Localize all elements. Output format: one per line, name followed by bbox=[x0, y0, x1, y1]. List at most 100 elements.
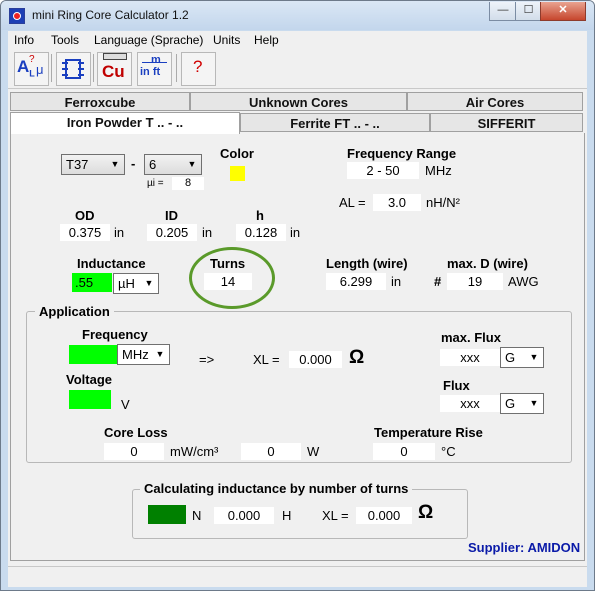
minimize-button[interactable]: — bbox=[489, 2, 517, 21]
menu-tools[interactable]: Tools bbox=[51, 33, 79, 47]
inductance-label: Inductance bbox=[77, 256, 146, 271]
calc-title: Calculating inductance by number of turn… bbox=[140, 481, 413, 496]
h-label: h bbox=[256, 208, 264, 223]
calc-h-value: 0.000 bbox=[214, 507, 274, 524]
frequency-range-label: Frequency Range bbox=[347, 146, 457, 161]
awg-prefix: # bbox=[434, 274, 442, 289]
al-unit: nH/N² bbox=[426, 195, 460, 210]
client-area: Ferroxcube Unknown Cores Air Cores Ferri… bbox=[8, 89, 587, 583]
menu-help[interactable]: Help bbox=[254, 33, 279, 47]
mu-value: 8 bbox=[172, 177, 204, 190]
h-value: 0.128 bbox=[236, 224, 286, 241]
window-title: mini Ring Core Calculator 1.2 bbox=[32, 8, 189, 22]
tab-air-cores[interactable]: Air Cores bbox=[407, 92, 583, 111]
temp-rise-label: Temperature Rise bbox=[374, 425, 483, 440]
al-mu-tool-button[interactable]: AL ? μ bbox=[14, 52, 49, 86]
frequency-range-unit: MHz bbox=[425, 163, 452, 178]
tab-ferroxcube[interactable]: Ferroxcube bbox=[10, 92, 190, 111]
id-unit: in bbox=[202, 225, 213, 240]
turns-value: 14 bbox=[204, 273, 252, 290]
app-xl-label: XL = bbox=[253, 352, 280, 367]
toolbar: AL ? μ Cu m in ft ? bbox=[8, 50, 587, 89]
app-frequency-unit-select[interactable]: MHz ▼ bbox=[117, 344, 170, 365]
chevron-down-icon: ▼ bbox=[144, 278, 154, 288]
app-frequency-label: Frequency bbox=[82, 327, 148, 342]
chevron-down-icon: ▼ bbox=[529, 398, 539, 408]
calc-n-label: N bbox=[192, 508, 202, 523]
title-bar[interactable]: mini Ring Core Calculator 1.2 — ☐ ✕ bbox=[1, 1, 594, 30]
app-frequency-input[interactable] bbox=[69, 345, 117, 364]
wire-tool-button[interactable]: Cu bbox=[97, 52, 132, 86]
help-question-icon: ? bbox=[193, 57, 203, 76]
temp-rise-value: 0 bbox=[373, 443, 435, 460]
dash-label: - bbox=[131, 156, 136, 171]
ring-core-app-icon bbox=[9, 8, 25, 24]
help-tool-button[interactable]: ? bbox=[181, 52, 216, 86]
application-title: Application bbox=[35, 304, 114, 319]
core-loss-w-unit: W bbox=[307, 444, 320, 459]
maximize-button[interactable]: ☐ bbox=[515, 2, 542, 21]
app-xl-value: 0.000 bbox=[289, 351, 342, 368]
tab-panel-iron-powder: T37 ▼ - 6 ▼ µi = 8 Color Frequency Range 2… bbox=[10, 133, 585, 561]
inductance-input[interactable]: .55 bbox=[72, 273, 112, 292]
wire-length-label: Length (wire) bbox=[326, 256, 408, 271]
voltage-label: Voltage bbox=[66, 372, 112, 387]
h-unit: in bbox=[290, 225, 301, 240]
flux-value: xxx bbox=[440, 395, 500, 412]
id-label: ID bbox=[165, 208, 178, 223]
core-tool-button[interactable] bbox=[56, 52, 91, 86]
chevron-down-icon: ▼ bbox=[529, 352, 539, 362]
od-unit: in bbox=[114, 225, 125, 240]
max-flux-value: xxx bbox=[440, 349, 500, 366]
tab-ferrite-ft[interactable]: Ferrite FT .. - .. bbox=[240, 113, 430, 132]
close-button[interactable]: ✕ bbox=[540, 2, 586, 21]
tab-iron-powder[interactable]: Iron Powder T .. - .. bbox=[10, 112, 240, 134]
id-value: 0.205 bbox=[147, 224, 197, 241]
wire-length-unit: in bbox=[391, 274, 402, 289]
core-size-select[interactable]: T37 ▼ bbox=[61, 154, 125, 175]
inductor-core-icon bbox=[57, 59, 90, 89]
fraction-line-icon bbox=[142, 62, 167, 63]
calc-ohm-symbol: Ω bbox=[418, 502, 434, 523]
core-loss-label: Core Loss bbox=[104, 425, 168, 440]
units-tool-button[interactable]: m in ft bbox=[137, 52, 172, 86]
voltage-input[interactable] bbox=[69, 390, 111, 409]
arrow-label: => bbox=[199, 352, 215, 367]
chevron-down-icon: ▼ bbox=[155, 349, 165, 359]
flux-label: Flux bbox=[443, 378, 470, 393]
frequency-range-value: 2 - 50 bbox=[347, 162, 419, 179]
core-color-swatch bbox=[230, 166, 245, 181]
core-loss-w-value: 0 bbox=[241, 443, 301, 460]
turns-label: Turns bbox=[210, 256, 246, 271]
core-material-select[interactable]: 6 ▼ bbox=[144, 154, 202, 175]
calc-xl-value: 0.000 bbox=[356, 507, 412, 524]
calc-h-unit: H bbox=[282, 508, 292, 523]
menu-info[interactable]: Info bbox=[14, 33, 34, 47]
menu-units[interactable]: Units bbox=[213, 33, 240, 47]
status-bar bbox=[8, 566, 587, 587]
app-window: mini Ring Core Calculator 1.2 — ☐ ✕ Info… bbox=[0, 0, 595, 591]
calc-turns-input[interactable] bbox=[148, 505, 186, 524]
inductance-unit-select[interactable]: µH ▼ bbox=[113, 273, 159, 294]
copper-wire-icon bbox=[103, 53, 127, 60]
al-value: 3.0 bbox=[373, 194, 421, 211]
od-value: 0.375 bbox=[60, 224, 110, 241]
menu-language[interactable]: Language (Sprache) bbox=[94, 33, 203, 47]
wire-diameter-value: 19 bbox=[447, 273, 503, 290]
tab-unknown-cores[interactable]: Unknown Cores bbox=[190, 92, 407, 111]
od-label: OD bbox=[75, 208, 95, 223]
voltage-unit: V bbox=[121, 397, 130, 412]
core-loss-unit: mW/cm³ bbox=[170, 444, 219, 459]
tab-sifferit[interactable]: SIFFERIT bbox=[430, 113, 583, 132]
core-loss-value: 0 bbox=[104, 443, 164, 460]
wire-length-value: 6.299 bbox=[326, 273, 386, 290]
menu-bar: Info Tools Language (Sprache) Units Help bbox=[8, 31, 587, 50]
max-flux-unit-select[interactable]: G ▼ bbox=[500, 347, 544, 368]
color-label: Color bbox=[220, 146, 254, 161]
chevron-down-icon: ▼ bbox=[187, 159, 197, 169]
wire-diameter-unit: AWG bbox=[508, 274, 539, 289]
flux-unit-select[interactable]: G ▼ bbox=[500, 393, 544, 414]
max-flux-label: max. Flux bbox=[441, 330, 501, 345]
temp-rise-unit: °C bbox=[441, 444, 456, 459]
calc-xl-label: XL = bbox=[322, 508, 349, 523]
